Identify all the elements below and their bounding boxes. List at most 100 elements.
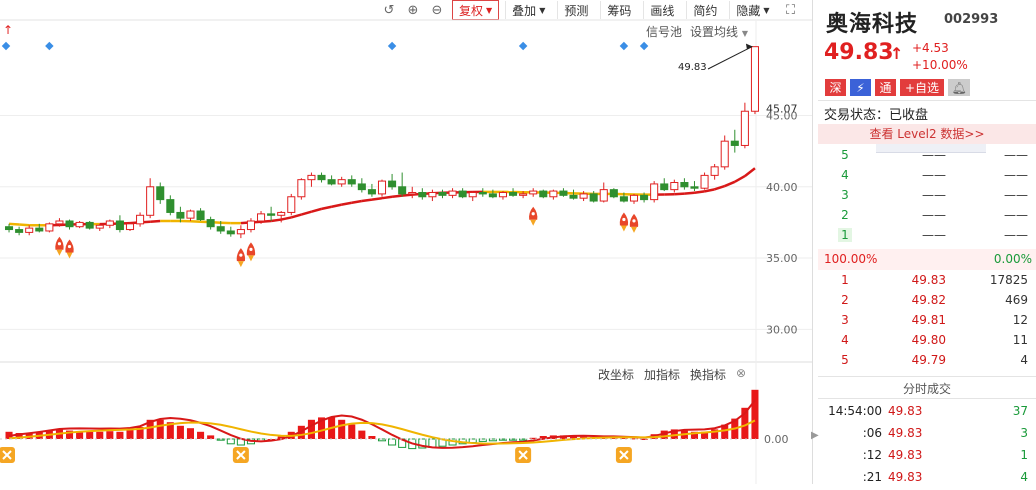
rocket-flame bbox=[238, 261, 244, 267]
ma-line-segment bbox=[342, 203, 352, 205]
ma-line-segment bbox=[311, 209, 321, 212]
stock-connect-badge: 通 bbox=[875, 79, 896, 96]
tick-price: 49.83 bbox=[888, 448, 928, 462]
high-price-label: 49.83 bbox=[678, 62, 707, 73]
candle-body bbox=[126, 224, 133, 230]
buy-price: 49.80 bbox=[898, 333, 946, 347]
close-indicator-icon[interactable]: ⊗ bbox=[736, 366, 746, 383]
sell-volume: —— bbox=[968, 148, 1028, 162]
macd-bar bbox=[207, 435, 214, 439]
rocket-flame bbox=[530, 220, 536, 226]
candle-body bbox=[499, 192, 506, 196]
buy-level: 1 bbox=[838, 273, 852, 287]
candle-body bbox=[600, 190, 607, 201]
sell-price: —— bbox=[898, 168, 946, 182]
candle-body bbox=[429, 192, 436, 196]
buy-level: 5 bbox=[838, 353, 852, 367]
bell-icon[interactable]: 🔔︎ bbox=[948, 79, 970, 96]
candle-body bbox=[16, 230, 23, 233]
ma-line-segment bbox=[271, 220, 281, 221]
macd-bar bbox=[177, 426, 184, 439]
buy-volume: 469 bbox=[968, 293, 1028, 307]
sell-volume: —— bbox=[968, 228, 1028, 242]
rocket-flame bbox=[631, 227, 637, 233]
macd-bar bbox=[348, 425, 355, 439]
ma-line-segment bbox=[322, 207, 332, 209]
candle-body bbox=[701, 175, 708, 188]
change-axis-link[interactable]: 改坐标 bbox=[598, 366, 634, 383]
candle-body bbox=[651, 184, 658, 200]
candle-body bbox=[278, 212, 285, 215]
stock-code: 002993 bbox=[944, 12, 998, 27]
macd-bar bbox=[86, 432, 93, 439]
candle-body bbox=[46, 224, 53, 231]
candle-body bbox=[479, 192, 486, 193]
ma-line-segment bbox=[372, 198, 382, 199]
tick-time: :06 bbox=[822, 426, 882, 440]
up-arrow-icon: ↑ bbox=[890, 44, 903, 63]
quote-panel: 奥海科技 002993 49.83 ↑ +4.53 +10.00% 深 ⚡ 通 … bbox=[818, 0, 1036, 484]
macd-bar bbox=[116, 432, 123, 439]
kline-chart-area[interactable]: ↺ ⊕ ⊖ 复权▼ 叠加▼ 预测 筹码 画线 简约 隐藏▼ ⛶ 信号池 设置均线… bbox=[0, 0, 812, 484]
sell-level: 2 bbox=[838, 208, 852, 222]
ma-line-segment bbox=[362, 200, 372, 201]
buy-row: 349.8112 bbox=[818, 313, 1036, 333]
indicator-links: 改坐标 加指标 换指标 ⊗ bbox=[598, 366, 746, 383]
switch-indicator-link[interactable]: 换指标 bbox=[690, 366, 726, 383]
signal-diamond-icon bbox=[620, 42, 628, 50]
sell-level: 1 bbox=[838, 228, 852, 242]
ma-line-segment bbox=[150, 221, 160, 222]
ma-line-segment bbox=[402, 195, 412, 196]
buy-volume: 4 bbox=[968, 353, 1028, 367]
candle-body bbox=[6, 227, 13, 230]
candle-body bbox=[137, 215, 144, 224]
candle-body bbox=[76, 222, 83, 226]
rocket-flame bbox=[56, 250, 62, 256]
buy-level: 3 bbox=[838, 313, 852, 327]
candle-body bbox=[86, 222, 93, 228]
ma-line-segment bbox=[684, 193, 694, 194]
buy-row: 449.8011 bbox=[818, 333, 1036, 353]
ma-line-segment bbox=[745, 168, 755, 176]
candle-body bbox=[741, 111, 748, 145]
rocket-window bbox=[249, 248, 252, 251]
macd-y-tick-label: 0.00 bbox=[764, 433, 789, 446]
sell-level: 3 bbox=[838, 188, 852, 202]
buy-volume: 12 bbox=[968, 313, 1028, 327]
candle-body bbox=[258, 214, 265, 221]
tick-volume: 37 bbox=[978, 404, 1028, 418]
trading-status: 交易状态：已收盘 bbox=[824, 104, 928, 123]
y-tick-label: 35.00 bbox=[766, 252, 798, 265]
candle-body bbox=[489, 194, 496, 197]
ma-line-segment bbox=[19, 225, 29, 226]
buy-row: 549.794 bbox=[818, 353, 1036, 373]
ma-line-segment bbox=[281, 217, 291, 219]
flash-icon[interactable]: ⚡ bbox=[850, 79, 871, 96]
tick-time: 14:54:00 bbox=[822, 404, 882, 418]
candle-body bbox=[207, 220, 214, 227]
level2-link[interactable]: 查看 Level2 数据>> bbox=[818, 124, 1036, 144]
sell-volume: —— bbox=[968, 208, 1028, 222]
candle-body bbox=[459, 191, 466, 197]
macd-bar bbox=[157, 420, 164, 439]
sell-price: —— bbox=[898, 148, 946, 162]
ma-line-segment bbox=[735, 176, 745, 182]
ma-line-segment bbox=[694, 191, 704, 192]
candle-body bbox=[550, 191, 557, 197]
candle-body bbox=[751, 47, 758, 112]
macd-bar bbox=[106, 431, 113, 439]
candle-body bbox=[731, 141, 738, 145]
add-indicator-link[interactable]: 加指标 bbox=[644, 366, 680, 383]
bid-ratio: 100.00% bbox=[824, 252, 877, 266]
macd-bar bbox=[197, 432, 204, 439]
add-watchlist-button[interactable]: +自选 bbox=[900, 79, 944, 96]
tick-row: :0649.833 bbox=[818, 426, 1036, 446]
buy-level: 2 bbox=[838, 293, 852, 307]
macd-bar bbox=[308, 420, 315, 439]
candle-body bbox=[328, 180, 335, 184]
candle-body bbox=[378, 181, 385, 194]
sell-level: 5 bbox=[838, 148, 852, 162]
candle-body bbox=[96, 225, 103, 228]
sell-price: —— bbox=[898, 208, 946, 222]
candle-body bbox=[671, 183, 678, 190]
